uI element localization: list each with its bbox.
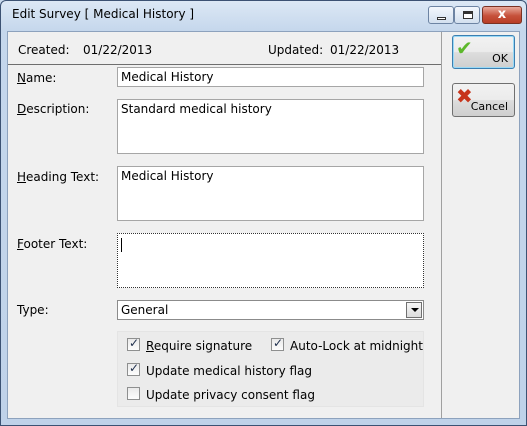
auto-lock-label: Auto-Lock at midnight bbox=[290, 339, 423, 353]
name-label: Name: bbox=[17, 71, 57, 85]
updated-label: Updated: bbox=[268, 43, 324, 57]
name-field[interactable]: Medical History bbox=[117, 67, 424, 87]
ok-button-label: OK bbox=[492, 52, 508, 65]
heading-text-field[interactable]: Medical History bbox=[117, 166, 424, 221]
created-value: 01/22/2013 bbox=[83, 43, 153, 57]
dialog-body: Created: 01/22/2013 Updated: 01/22/2013 … bbox=[7, 31, 520, 419]
heading-text-label: Heading Text: bbox=[17, 170, 100, 184]
survey-form-panel: Created: 01/22/2013 Updated: 01/22/2013 … bbox=[8, 32, 442, 418]
cancel-button-label: Cancel bbox=[470, 100, 508, 113]
minimize-button[interactable] bbox=[428, 6, 454, 24]
created-label: Created: bbox=[18, 43, 70, 57]
minimize-icon bbox=[437, 17, 446, 20]
update-privacy-consent-label: Update privacy consent flag bbox=[146, 388, 315, 402]
maximize-button[interactable] bbox=[454, 6, 480, 24]
footer-text-field[interactable] bbox=[117, 233, 424, 288]
edit-survey-window: Edit Survey [ Medical History ] x Create… bbox=[0, 0, 527, 426]
window-title: Edit Survey [ Medical History ] bbox=[12, 7, 195, 21]
close-icon: x bbox=[497, 7, 507, 22]
update-medical-history-label: Update medical history flag bbox=[146, 364, 313, 378]
type-label: Type: bbox=[17, 303, 49, 317]
update-privacy-consent-checkbox[interactable] bbox=[127, 387, 140, 400]
ok-button[interactable]: ✔ OK bbox=[452, 35, 515, 69]
require-signature-label: Require signature bbox=[146, 339, 253, 353]
maximize-icon bbox=[463, 11, 473, 19]
checkmark-icon: ✔ bbox=[456, 36, 473, 60]
description-field[interactable]: Standard medical history bbox=[117, 99, 424, 154]
cancel-button[interactable]: ✖ Cancel bbox=[452, 83, 515, 117]
require-signature-checkbox[interactable] bbox=[127, 336, 140, 351]
title-bar[interactable]: Edit Survey [ Medical History ] x bbox=[1, 1, 526, 29]
description-label: Description: bbox=[17, 102, 90, 116]
type-select[interactable]: General bbox=[117, 300, 424, 320]
text-caret bbox=[121, 238, 122, 252]
footer-text-label: Footer Text: bbox=[17, 237, 88, 251]
update-medical-history-checkbox[interactable] bbox=[127, 361, 140, 376]
type-select-value: General bbox=[121, 303, 169, 317]
chevron-down-icon[interactable] bbox=[406, 302, 422, 318]
auto-lock-checkbox[interactable] bbox=[271, 336, 284, 351]
header-divider bbox=[8, 64, 441, 65]
updated-value: 01/22/2013 bbox=[330, 43, 400, 57]
close-button[interactable]: x bbox=[482, 6, 522, 24]
